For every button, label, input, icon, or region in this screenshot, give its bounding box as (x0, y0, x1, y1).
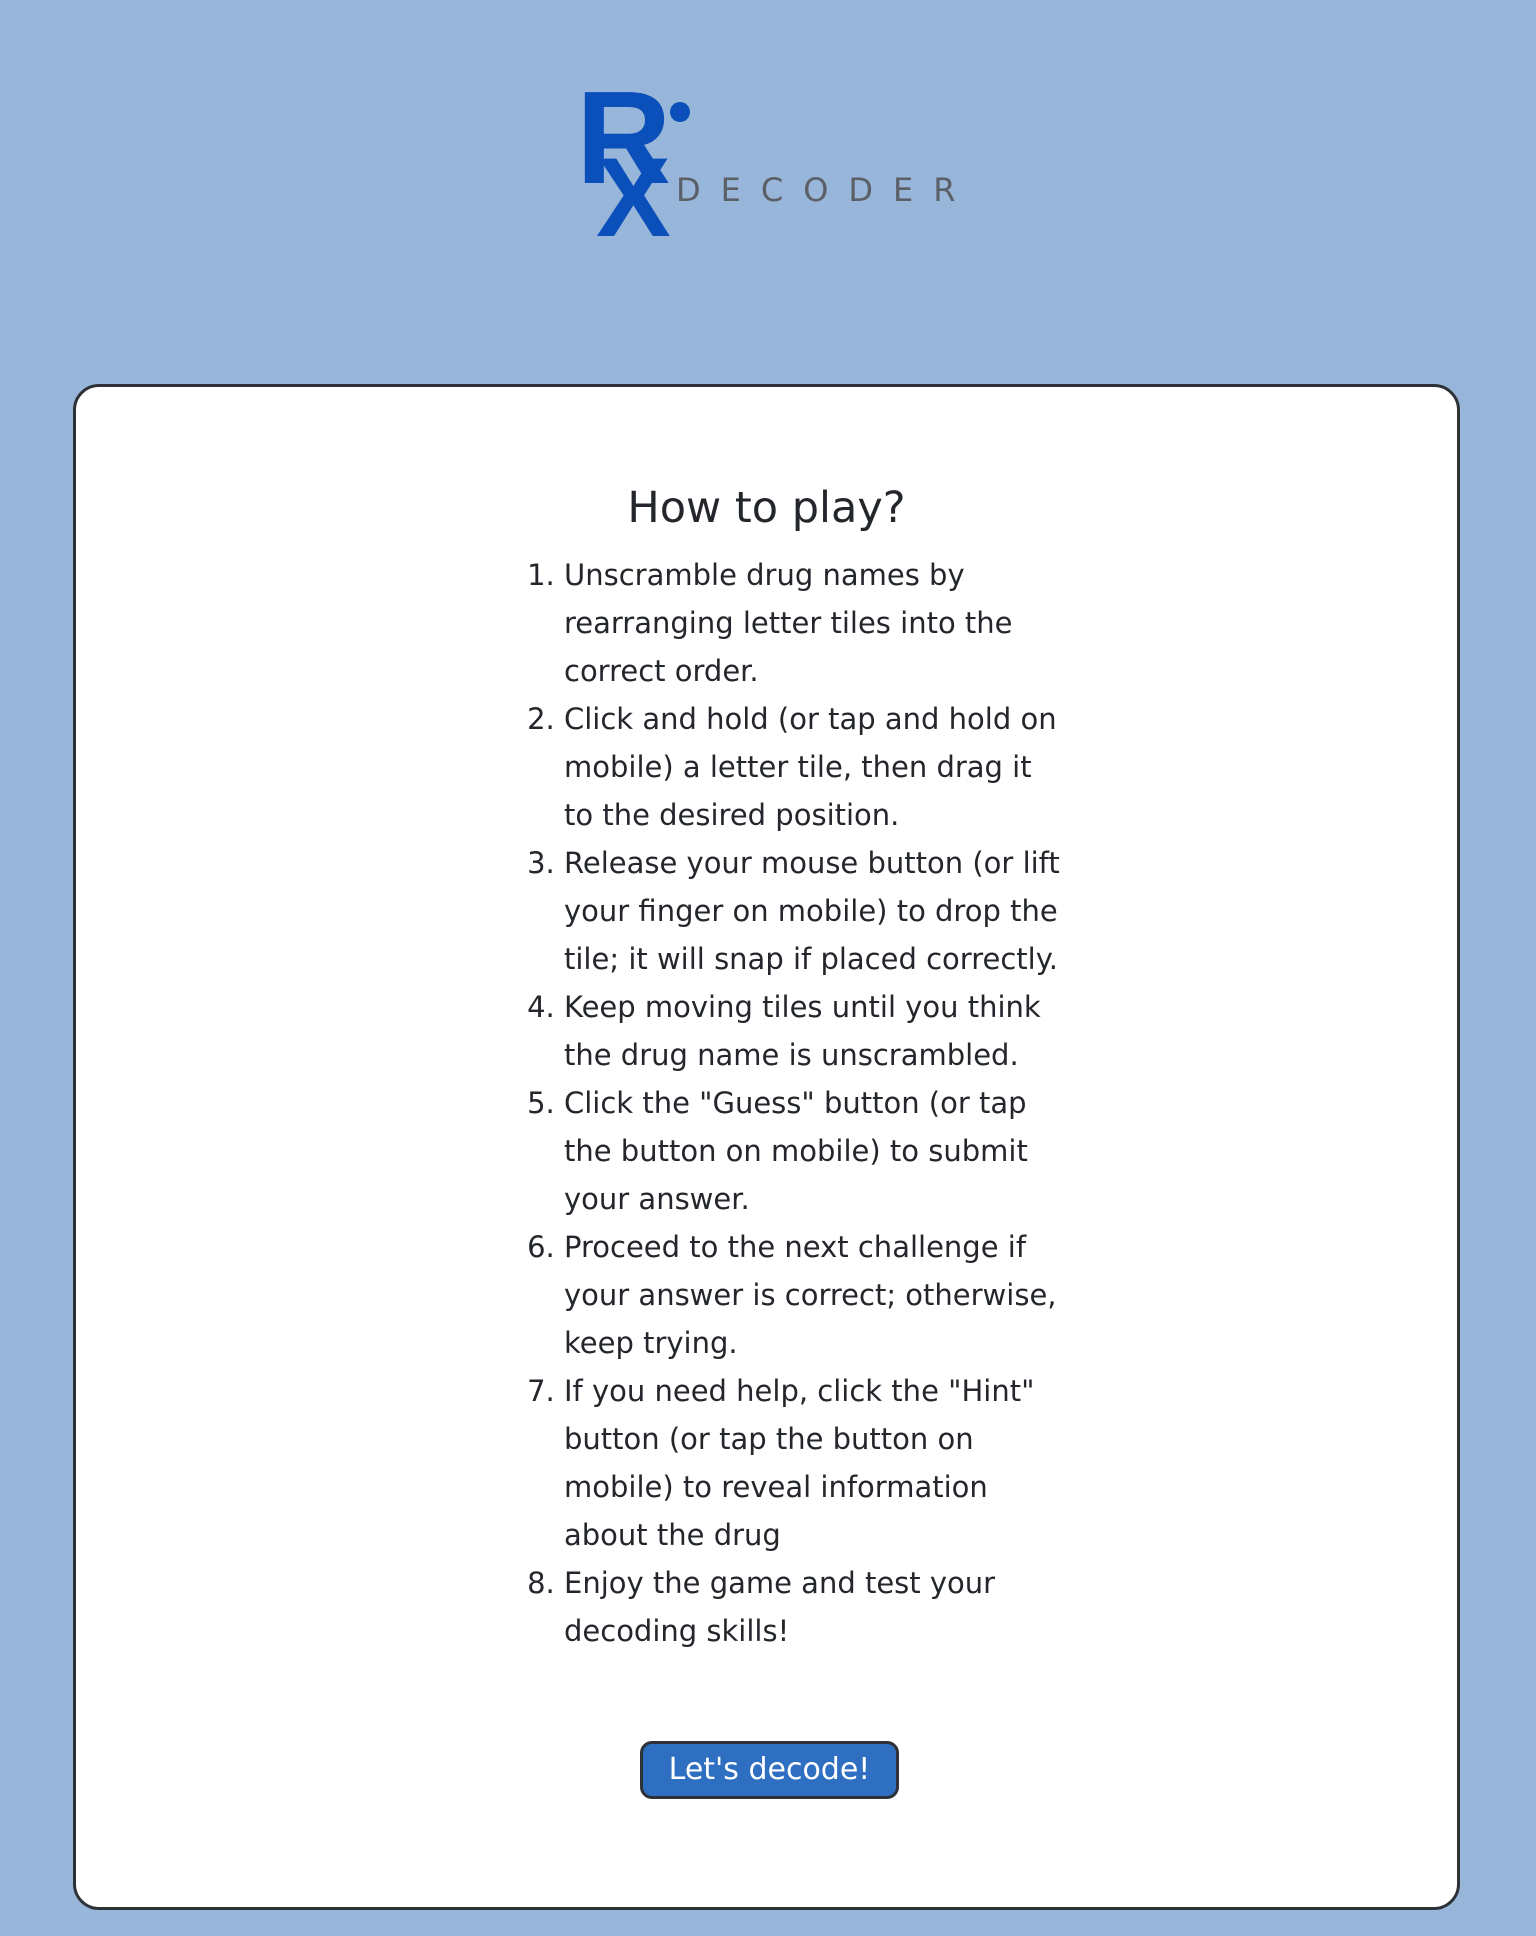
logo-wordmark: DECODER (676, 171, 976, 209)
lets-decode-button[interactable]: Let's decode! (640, 1741, 899, 1799)
instruction-step-5: Click the "Guess" button (or tap the but… (564, 1079, 1064, 1223)
instruction-step-1: Unscramble drug names by rearranging let… (564, 551, 1064, 695)
instructions-list: Unscramble drug names by rearranging let… (530, 551, 1064, 1655)
instruction-step-8: Enjoy the game and test your decoding sk… (564, 1559, 1064, 1655)
logo-mark-x: X (596, 135, 671, 260)
instruction-step-6: Proceed to the next challenge if your an… (564, 1223, 1064, 1367)
instruction-step-3: Release your mouse button (or lift your … (564, 839, 1064, 983)
rx-decoder-logo: R X DECODER (576, 72, 976, 260)
how-to-play-title: How to play? (627, 483, 906, 533)
instruction-step-7: If you need help, click the "Hint" butto… (564, 1367, 1064, 1559)
logo-mark-dot (670, 102, 690, 122)
instruction-step-4: Keep moving tiles until you think the dr… (564, 983, 1064, 1079)
how-to-play-card: How to play? Unscramble drug names by re… (73, 384, 1460, 1910)
instruction-step-2: Click and hold (or tap and hold on mobil… (564, 695, 1064, 839)
